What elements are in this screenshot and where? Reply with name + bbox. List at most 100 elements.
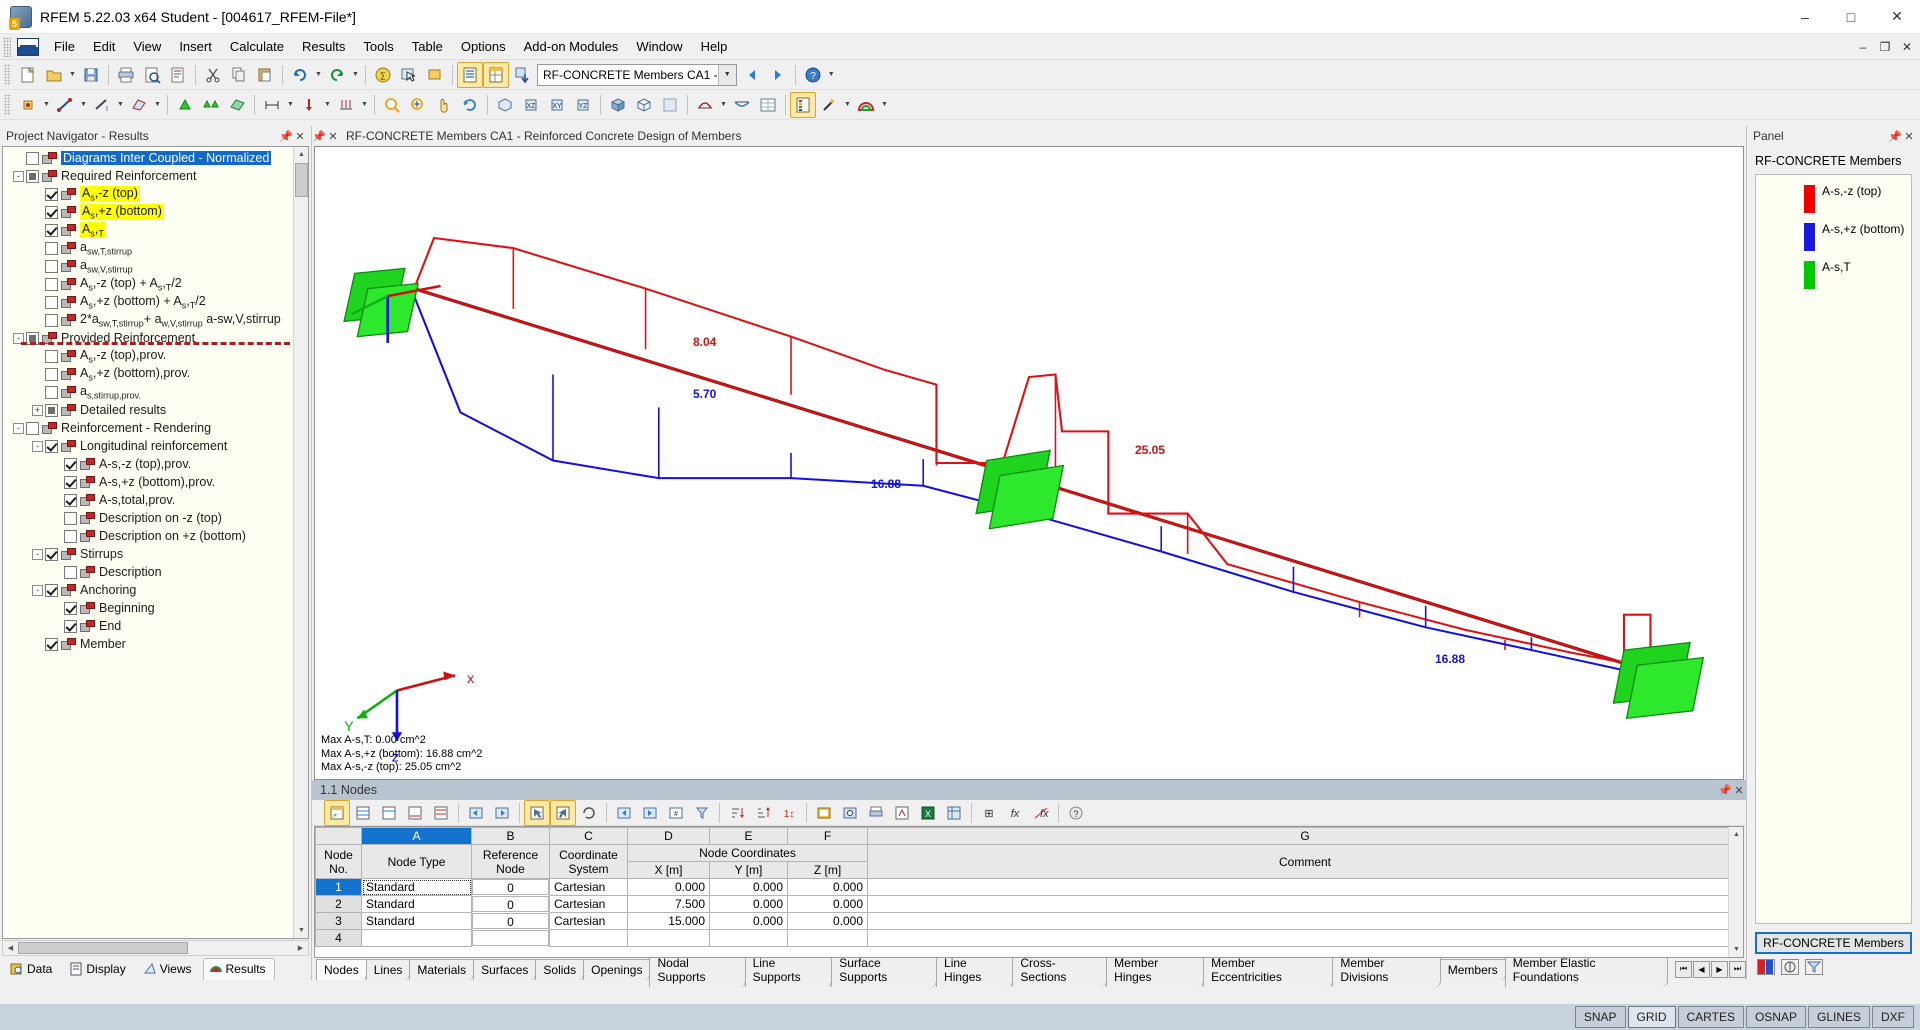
cell-coordinate-system[interactable]: Cartesian (549, 878, 628, 896)
member-dropdown-arrow[interactable]: ▼ (115, 92, 126, 118)
menu-insert[interactable]: Insert (170, 35, 221, 58)
open-file-dropdown-arrow[interactable]: ▼ (67, 62, 78, 88)
tree-item-description[interactable]: Description (5, 563, 308, 581)
tab-next-icon[interactable]: ▶ (1711, 960, 1728, 978)
table-grid-calc-icon[interactable] (941, 800, 967, 826)
dimension-icon[interactable] (259, 92, 285, 118)
table-settings-icon[interactable] (811, 800, 837, 826)
table-tab-surfaces[interactable]: Surfaces (473, 958, 537, 980)
tree-checkbox[interactable] (64, 601, 77, 615)
zoom-window-icon[interactable] (379, 92, 405, 118)
view-xy-icon[interactable]: XY (544, 92, 570, 118)
table-delete-row-icon[interactable] (376, 800, 402, 826)
cell-comment[interactable] (867, 912, 1743, 930)
menu-results[interactable]: Results (293, 35, 354, 58)
table-row[interactable]: 1 Standard 0 Cartesian 0.000 0.000 0.000 (315, 878, 1743, 896)
menu-edit[interactable]: Edit (84, 35, 124, 58)
tree-item-diagrams-inter-coupled-normalized[interactable]: Diagrams Inter Coupled - Normalized (5, 149, 308, 167)
cell-x[interactable] (627, 929, 710, 947)
table-insert-row-icon[interactable] (350, 800, 376, 826)
model-viewport[interactable]: x Y z 8.04 5.70 16.88 25.05 8.04 5.70 16… (314, 146, 1744, 780)
panel-factors-icon[interactable] (1781, 959, 1799, 975)
tree-item-detailed-results[interactable]: + Detailed results (5, 401, 308, 419)
menu-addon-modules[interactable]: Add-on Modules (515, 35, 628, 58)
tree-checkbox[interactable] (45, 223, 58, 237)
menu-calculate[interactable]: Calculate (221, 35, 293, 58)
close-button[interactable]: ✕ (1874, 0, 1920, 34)
internal-forces-dropdown-arrow[interactable]: ▼ (718, 92, 729, 118)
col-letter-a[interactable]: A (361, 827, 472, 845)
cell-y[interactable] (709, 929, 788, 947)
table-refresh-icon[interactable] (576, 800, 602, 826)
row-header-cell[interactable]: 3 (315, 912, 362, 930)
undo-dropdown-arrow[interactable]: ▼ (313, 62, 324, 88)
help-dropdown-arrow[interactable]: ▼ (826, 62, 837, 88)
cell-y[interactable]: 0.000 (709, 878, 788, 896)
menu-options[interactable]: Options (452, 35, 515, 58)
member-load-icon[interactable] (333, 92, 359, 118)
tree-item-beginning[interactable]: Beginning (5, 599, 308, 617)
maximize-button[interactable]: □ (1828, 0, 1874, 34)
next-case-icon[interactable] (765, 62, 791, 88)
calculate-icon[interactable]: ∑ (370, 62, 396, 88)
status-button-osnap[interactable]: OSNAP (1745, 1006, 1806, 1028)
table-clear-row-icon[interactable] (402, 800, 428, 826)
row-header-cell[interactable]: 4 (315, 929, 362, 947)
tree-checkbox[interactable] (45, 349, 58, 363)
table-clear-all-icon[interactable] (428, 800, 454, 826)
magic-wand-dropdown-arrow[interactable]: ▼ (842, 92, 853, 118)
line-support-icon[interactable] (198, 92, 224, 118)
status-button-grid[interactable]: GRID (1627, 1006, 1676, 1028)
transparency-icon[interactable] (657, 92, 683, 118)
cell-reference-node[interactable]: 0 (472, 879, 549, 895)
panel-filter-icon[interactable] (1805, 959, 1823, 975)
cell-comment[interactable] (867, 895, 1743, 913)
nav-tab-display[interactable]: Display (63, 958, 134, 980)
tree-item-member[interactable]: Member (5, 635, 308, 653)
mdi-minimize-button[interactable]: – (1856, 40, 1870, 54)
panel-close-icon[interactable]: ✕ (1902, 130, 1916, 143)
table-first-icon[interactable] (611, 800, 637, 826)
nodal-load-dropdown-arrow[interactable]: ▼ (322, 92, 333, 118)
status-button-glines[interactable]: GLINES (1807, 1006, 1870, 1028)
member-insert-icon[interactable]: I (89, 92, 115, 118)
table-selection-mode-icon[interactable] (524, 799, 550, 826)
select-add-icon[interactable] (396, 62, 422, 88)
table-renumber-icon[interactable]: 1↕ (776, 800, 802, 826)
tree-checkbox[interactable] (64, 511, 77, 525)
show-result-table-icon[interactable] (483, 61, 509, 88)
tree-item-as-z-bottom[interactable]: As,+z (bottom) (5, 203, 308, 221)
scroll-thumb[interactable] (295, 163, 308, 197)
tree-checkbox[interactable] (45, 187, 58, 201)
surface-dropdown-arrow[interactable]: ▼ (152, 92, 163, 118)
collapse-icon[interactable]: - (32, 548, 43, 560)
wireframe-icon[interactable] (631, 92, 657, 118)
pan-icon[interactable] (431, 92, 457, 118)
render-solid-icon[interactable] (605, 92, 631, 118)
previous-case-icon[interactable] (739, 62, 765, 88)
tree-checkbox[interactable] (64, 619, 77, 633)
tree-checkbox[interactable] (45, 313, 58, 327)
navigator-tree-box[interactable]: Diagrams Inter Coupled - Normalized - Requ… (2, 146, 309, 939)
menu-drag-grip[interactable] (3, 36, 11, 57)
tree-item-as-z-top-prov[interactable]: As,-z (top),prov. (5, 347, 308, 365)
tree-checkbox[interactable] (45, 205, 58, 219)
tree-checkbox[interactable] (45, 241, 58, 255)
table-formula-icon[interactable]: fx (1002, 800, 1028, 826)
table-tab-openings[interactable]: Openings (583, 958, 651, 980)
collapse-icon[interactable]: - (32, 440, 43, 452)
tab-prev-icon[interactable]: ◀ (1693, 960, 1710, 978)
view-xz-icon[interactable]: XZ (518, 92, 544, 118)
cell-y[interactable]: 0.000 (709, 895, 788, 913)
toolbar-grip[interactable] (4, 63, 11, 86)
surface-support-icon[interactable] (224, 92, 250, 118)
node-insert-icon[interactable] (15, 92, 41, 118)
table-goto-icon[interactable]: # (663, 800, 689, 826)
result-table-grid-icon[interactable] (755, 92, 781, 118)
cell-reference-node[interactable] (472, 929, 549, 946)
col-letter-d[interactable]: D (627, 827, 710, 845)
cell-comment[interactable] (867, 929, 1743, 947)
paste-icon[interactable] (252, 62, 278, 88)
menu-view[interactable]: View (124, 35, 170, 58)
color-spectrum-dropdown-arrow[interactable]: ▼ (879, 92, 890, 118)
